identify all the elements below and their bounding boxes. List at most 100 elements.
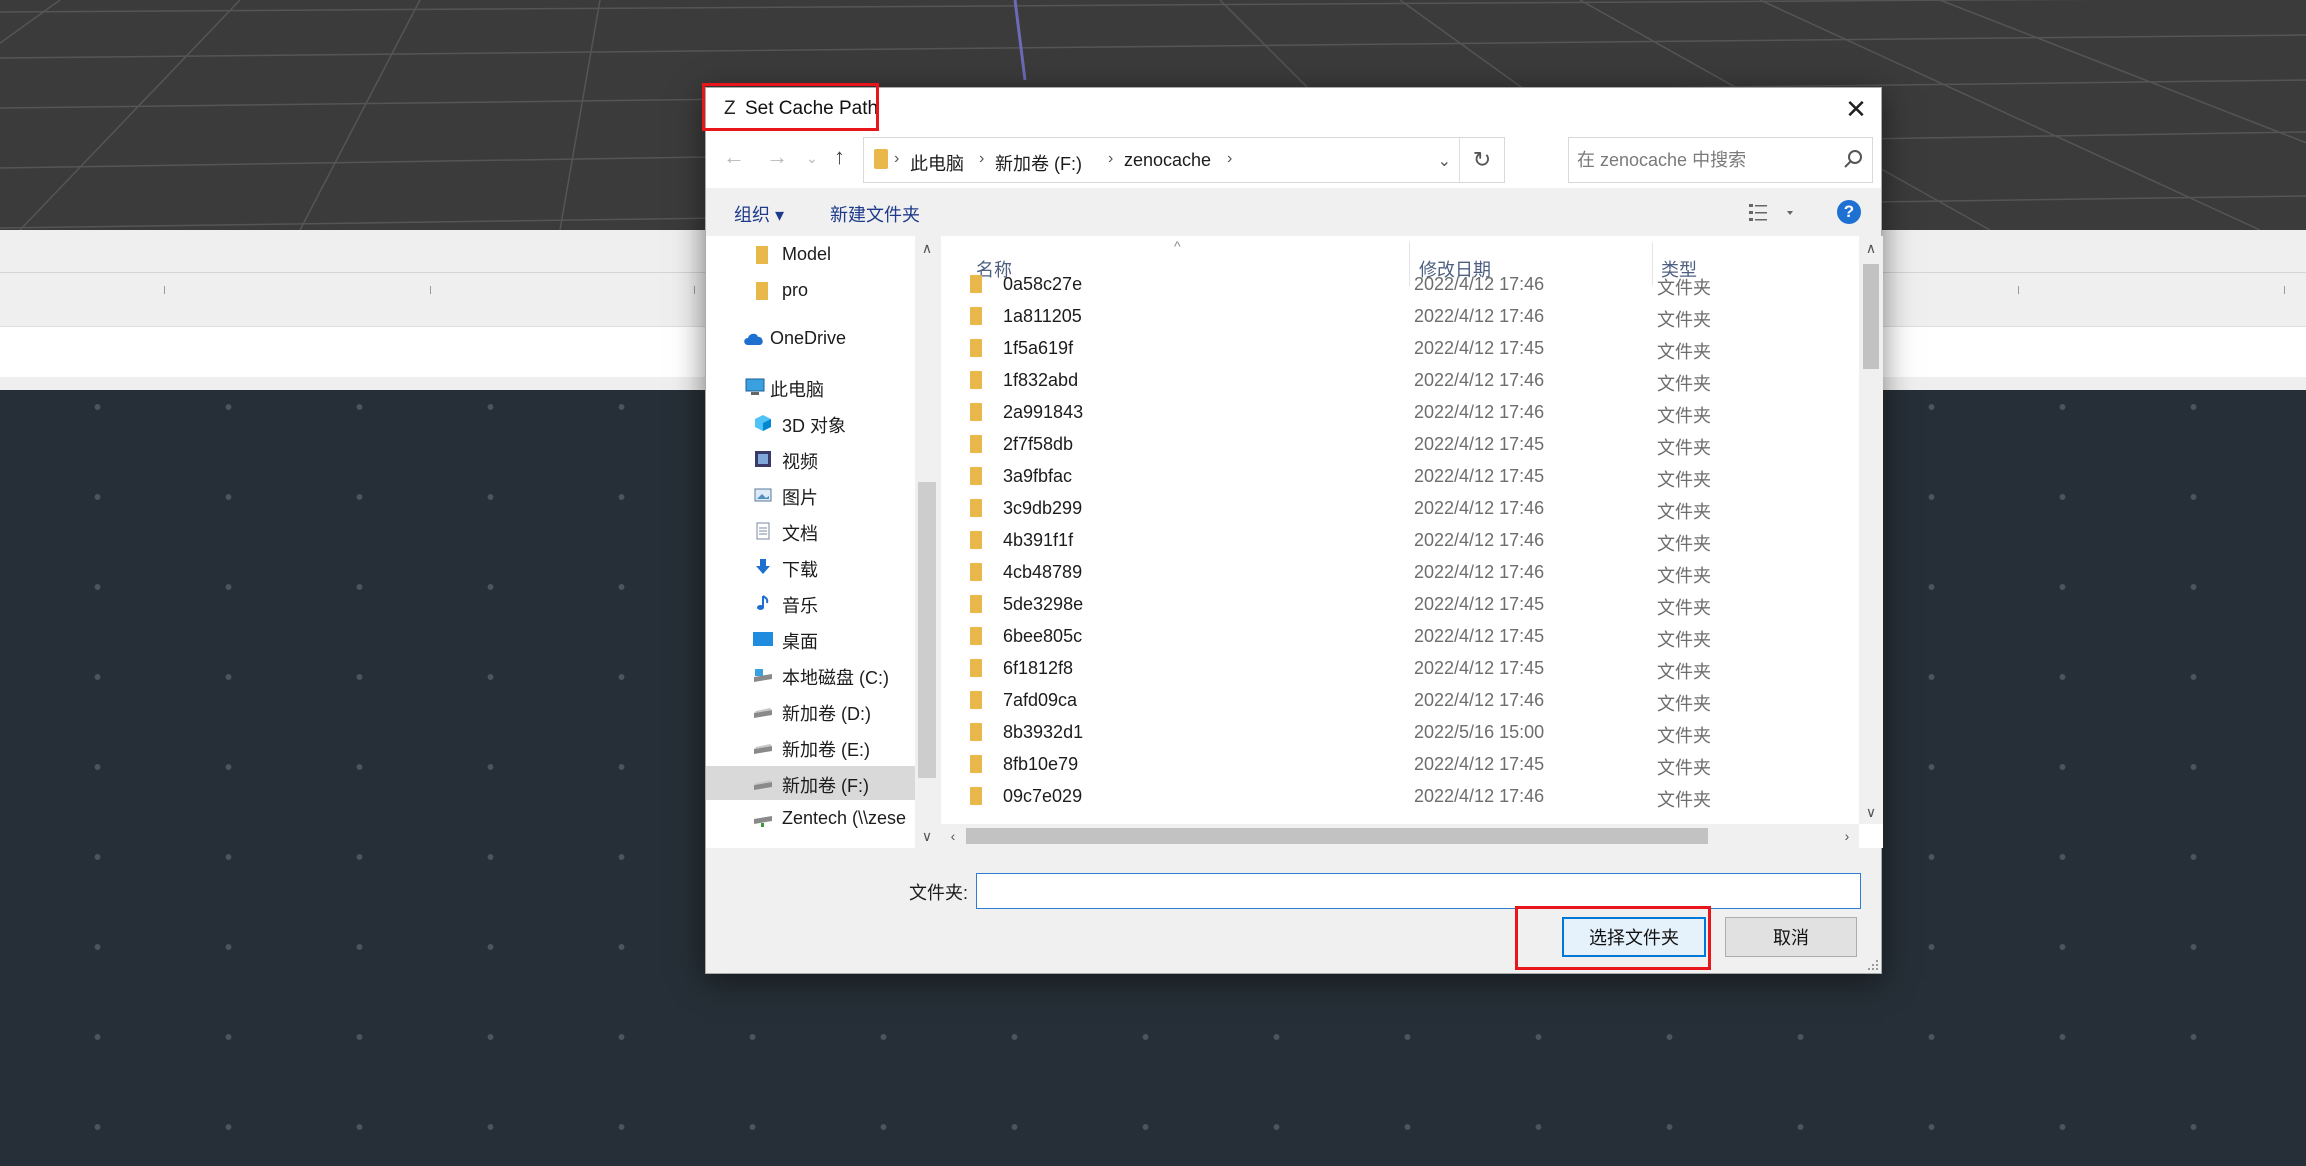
nav-item-drive-e[interactable]: 新加卷 (E:) [706, 730, 915, 764]
scrollbar-thumb[interactable] [1863, 264, 1879, 369]
navigation-bar: ← → ⌄ ↑ › 此电脑 › 新加卷 (F:) › zenocache › ⌄… [706, 132, 1881, 188]
forward-arrow-icon[interactable]: → [766, 144, 788, 170]
sort-ascending-icon: ^ [1174, 238, 1181, 254]
back-arrow-icon[interactable]: ← [723, 144, 745, 170]
file-name: 5de3298e [1003, 594, 1084, 614]
folder-icon [970, 371, 982, 389]
help-icon[interactable]: ? [1837, 200, 1861, 224]
file-type: 文件夹 [1657, 630, 1711, 650]
resize-grip-icon[interactable] [1867, 959, 1879, 971]
nav-item-desktop[interactable]: 桌面 [706, 622, 915, 656]
table-row[interactable]: 3a9fbfac 2022/4/12 17:45 文件夹 [941, 460, 1859, 492]
refresh-button[interactable]: ↻ [1460, 138, 1504, 182]
scroll-right-chevron-icon[interactable]: › [1835, 824, 1859, 848]
folder-name-input[interactable] [976, 873, 1861, 909]
table-row[interactable]: 2f7f58db 2022/4/12 17:45 文件夹 [941, 428, 1859, 460]
breadcrumb-this-pc[interactable]: 此电脑 [910, 150, 964, 176]
breadcrumb-drive-f[interactable]: 新加卷 (F:) [995, 150, 1082, 176]
scroll-down-chevron-icon[interactable]: ∨ [915, 824, 939, 848]
set-cache-path-dialog: Z Set Cache Path ✕ ← → ⌄ ↑ › 此电脑 › 新加卷 (… [702, 83, 1883, 974]
change-view-icon[interactable] [1749, 202, 1795, 224]
address-bar[interactable]: › 此电脑 › 新加卷 (F:) › zenocache › ⌄ ↻ [863, 137, 1505, 183]
table-row[interactable]: 3c9db299 2022/4/12 17:46 文件夹 [941, 492, 1859, 524]
nav-item-downloads[interactable]: 下载 [706, 550, 915, 584]
table-row[interactable]: 4b391f1f 2022/4/12 17:46 文件夹 [941, 524, 1859, 556]
file-name: 1f832abd [1003, 370, 1079, 390]
nav-item-pro[interactable]: pro [706, 274, 915, 308]
nav-item-onedrive[interactable]: OneDrive [706, 322, 915, 356]
table-row[interactable]: 7afd09ca 2022/4/12 17:46 文件夹 [941, 684, 1859, 716]
file-date: 2022/4/12 17:46 [1414, 690, 1545, 710]
file-type: 文件夹 [1657, 342, 1711, 362]
scrollbar-thumb[interactable] [966, 828, 1708, 844]
table-row[interactable]: 8b3932d1 2022/5/16 15:00 文件夹 [941, 716, 1859, 748]
nav-item-label: 3D 对象 [782, 416, 847, 436]
scroll-left-chevron-icon[interactable]: ‹ [941, 824, 965, 848]
table-row[interactable]: 1a811205 2022/4/12 17:46 文件夹 [941, 300, 1859, 332]
file-type: 文件夹 [1657, 438, 1711, 458]
nav-item-videos[interactable]: 视频 [706, 442, 915, 476]
file-date: 2022/4/12 17:45 [1414, 658, 1545, 678]
nav-item-this-pc[interactable]: 此电脑 [706, 370, 915, 404]
cancel-button[interactable]: 取消 [1725, 917, 1857, 957]
address-dropdown-chevron-icon[interactable]: ⌄ [1438, 151, 1451, 171]
new-folder-button[interactable]: 新建文件夹 [830, 201, 920, 227]
scroll-up-chevron-icon[interactable]: ∧ [915, 236, 939, 260]
timeline-tick [430, 286, 431, 294]
table-row[interactable]: 1f832abd 2022/4/12 17:46 文件夹 [941, 364, 1859, 396]
file-list-horizontal-scrollbar[interactable]: ‹ › [941, 824, 1859, 848]
nav-item-label: 音乐 [782, 596, 818, 616]
nav-item-drive-f[interactable]: 新加卷 (F:) [706, 766, 915, 800]
search-box[interactable] [1568, 137, 1873, 183]
table-row[interactable]: 0a58c27e 2022/4/12 17:46 文件夹 [941, 268, 1859, 300]
search-icon[interactable] [1840, 146, 1866, 172]
file-date: 2022/4/12 17:46 [1414, 370, 1545, 390]
breadcrumb-zenocache[interactable]: zenocache [1124, 150, 1211, 171]
table-row[interactable]: 09c7e029 2022/4/12 17:46 文件夹 [941, 780, 1859, 812]
select-folder-button[interactable]: 选择文件夹 [1562, 917, 1706, 957]
table-row[interactable]: 6bee805c 2022/4/12 17:45 文件夹 [941, 620, 1859, 652]
folder-icon [970, 499, 982, 517]
breadcrumb-separator-icon[interactable]: › [1227, 150, 1232, 168]
nav-item-music[interactable]: 音乐 [706, 586, 915, 620]
table-row[interactable]: 4cb48789 2022/4/12 17:46 文件夹 [941, 556, 1859, 588]
table-row[interactable]: 6f1812f8 2022/4/12 17:45 文件夹 [941, 652, 1859, 684]
breadcrumb-separator-icon[interactable]: › [894, 150, 899, 168]
file-type: 文件夹 [1657, 406, 1711, 426]
folder-icon [970, 691, 982, 709]
file-name: 7afd09ca [1003, 690, 1078, 710]
folder-icon [970, 595, 982, 613]
nav-item-drive-d[interactable]: 新加卷 (D:) [706, 694, 915, 728]
nav-item-documents[interactable]: 文档 [706, 514, 915, 548]
table-row[interactable]: 1f5a619f 2022/4/12 17:45 文件夹 [941, 332, 1859, 364]
table-row[interactable]: 8fb10e79 2022/4/12 17:45 文件夹 [941, 748, 1859, 780]
organize-menu-button[interactable]: 组织 ▾ [734, 201, 784, 227]
nav-item-3d-objects[interactable]: 3D 对象 [706, 406, 915, 440]
file-date: 2022/4/12 17:45 [1414, 338, 1545, 358]
nav-item-drive-c[interactable]: 本地磁盘 (C:) [706, 658, 915, 692]
scroll-up-chevron-icon[interactable]: ∧ [1859, 236, 1883, 260]
folder-icon [756, 246, 768, 264]
up-arrow-icon[interactable]: ↑ [834, 144, 845, 170]
scrollbar-thumb[interactable] [918, 482, 936, 778]
file-list-vertical-scrollbar[interactable]: ∧ ∨ [1859, 236, 1883, 824]
nav-item-pictures[interactable]: 图片 [706, 478, 915, 512]
document-icon [756, 522, 770, 540]
dialog-titlebar[interactable]: Z Set Cache Path ✕ [706, 88, 1881, 132]
nav-pane-scrollbar[interactable]: ∧ ∨ [915, 236, 939, 848]
table-row[interactable]: 2a991843 2022/4/12 17:46 文件夹 [941, 396, 1859, 428]
table-row[interactable]: 5de3298e 2022/4/12 17:45 文件夹 [941, 588, 1859, 620]
nav-item-zentech[interactable]: Zentech (\\zese [706, 802, 915, 836]
recent-locations-chevron-icon[interactable]: ⌄ [806, 150, 818, 167]
timeline-tick [164, 286, 165, 294]
breadcrumb-separator-icon[interactable]: › [1108, 150, 1113, 168]
command-toolbar: 组织 ▾ 新建文件夹 ? [706, 188, 1881, 236]
nav-item-model[interactable]: Model [706, 238, 915, 272]
file-name: 09c7e029 [1003, 786, 1083, 806]
close-button[interactable]: ✕ [1831, 88, 1881, 132]
folder-icon [756, 282, 768, 300]
scroll-down-chevron-icon[interactable]: ∨ [1859, 800, 1883, 824]
breadcrumb-separator-icon[interactable]: › [979, 150, 984, 168]
search-input[interactable] [1577, 148, 1827, 172]
title-highlight-box [702, 83, 879, 131]
